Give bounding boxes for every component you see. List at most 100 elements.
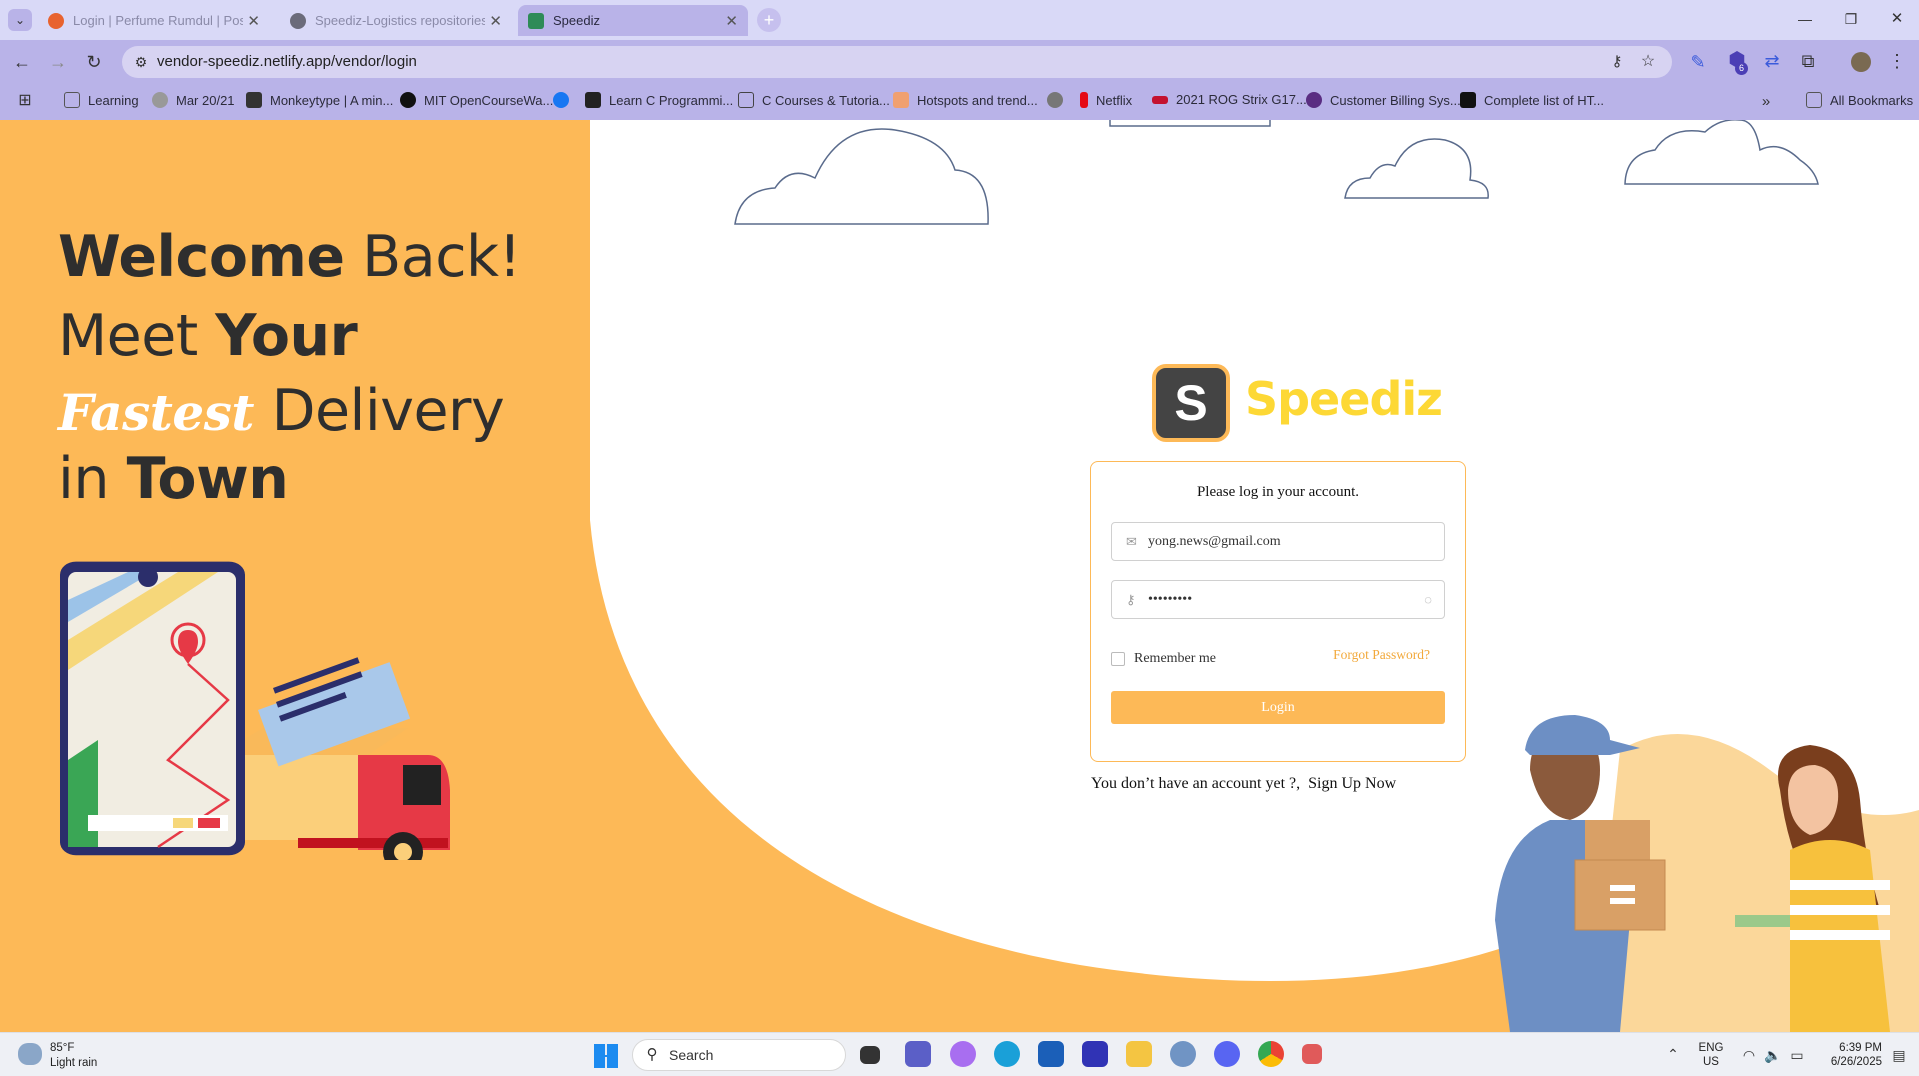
folder-icon	[64, 92, 80, 108]
volume-icon[interactable]: 🔈	[1762, 1046, 1784, 1064]
signup-prompt: You don’t have an account yet ?, Sign Up …	[1091, 775, 1397, 792]
search-icon: ⚲	[646, 1046, 658, 1063]
task-view-icon[interactable]	[860, 1046, 880, 1064]
more-bookmarks-icon[interactable]: »	[1755, 93, 1777, 111]
back-icon[interactable]: ←	[11, 53, 33, 71]
hero-line-3: Fastest Delivery	[58, 378, 505, 444]
tab-perfume-login[interactable]: Login | Perfume Rumdul | Postm ✕	[38, 5, 270, 36]
login-button[interactable]: Login	[1111, 691, 1445, 724]
close-tab-icon[interactable]: ✕	[247, 12, 260, 30]
bookmark-rog[interactable]: 2021 ROG Strix G17...	[1152, 92, 1307, 107]
billing-icon	[1306, 92, 1322, 108]
bookmark-monkeytype[interactable]: Monkeytype | A min...	[246, 92, 393, 108]
close-tab-icon[interactable]: ✕	[489, 12, 502, 30]
postman-favicon-icon	[48, 12, 64, 29]
snipping-tool-icon[interactable]	[1302, 1044, 1322, 1064]
password-key-icon[interactable]: ⚷	[1606, 53, 1628, 71]
extension-translate-icon[interactable]: ⇄	[1761, 52, 1783, 70]
wifi-icon[interactable]: ◠	[1738, 1046, 1760, 1064]
reload-icon[interactable]: ↻	[83, 53, 105, 71]
login-page: Welcome Back! Meet Your Fastest Delivery…	[0, 120, 1919, 1032]
monkeytype-icon	[246, 92, 262, 108]
forward-icon[interactable]: →	[47, 53, 69, 71]
clouds-illustration	[734, 120, 1819, 225]
address-bar: ← → ↻ ⚙ vendor-speediz.netlify.app/vendo…	[0, 40, 1919, 84]
windows-start-icon[interactable]	[594, 1044, 618, 1068]
bookmark-html[interactable]: Complete list of HT...	[1460, 92, 1604, 108]
login-card: Please log in your account. ✉ yong.news@…	[1090, 461, 1466, 762]
chrome-icon[interactable]	[1258, 1041, 1284, 1067]
delivery-handoff-illustration	[1495, 715, 1919, 1032]
visual-studio-icon[interactable]	[1082, 1041, 1108, 1067]
weather-icon[interactable]	[18, 1043, 42, 1065]
tab-speediz[interactable]: Speediz ✕	[518, 5, 748, 36]
bookmark-star-icon[interactable]: ☆	[1637, 53, 1659, 71]
file-explorer-icon[interactable]	[1126, 1041, 1152, 1067]
url-input[interactable]: ⚙ vendor-speediz.netlify.app/vendor/logi…	[122, 46, 1672, 78]
learn-c-icon	[585, 92, 601, 108]
menu-kebab-icon[interactable]: ⋮	[1886, 52, 1908, 70]
restore-icon[interactable]: ❐	[1840, 10, 1862, 28]
key-icon: ⚷	[1126, 592, 1136, 607]
bookmark-globe[interactable]	[1047, 92, 1071, 108]
email-field[interactable]: ✉ yong.news@gmail.com	[1111, 522, 1445, 561]
extensions-puzzle-icon[interactable]: ⧉	[1797, 52, 1819, 70]
speediz-logo-icon: S	[1152, 364, 1230, 442]
remember-checkbox[interactable]	[1111, 652, 1125, 666]
store-icon[interactable]	[1038, 1041, 1064, 1067]
profile-avatar[interactable]	[1851, 52, 1871, 72]
all-bookmarks[interactable]: All Bookmarks	[1806, 92, 1913, 108]
delivery-phone-illustration	[60, 561, 450, 860]
copilot-icon[interactable]	[950, 1041, 976, 1067]
show-hidden-icons[interactable]: ⌃	[1662, 1045, 1684, 1063]
bookmark-c-courses[interactable]: C Courses & Tutoria...	[738, 92, 890, 108]
bookmark-mit[interactable]: MIT OpenCourseWa...	[400, 92, 553, 108]
weather-temp[interactable]: 85°F	[50, 1041, 74, 1055]
speediz-favicon-icon	[528, 12, 544, 29]
bookmarks-bar: ⊞ Learning Mar 20/21 Monkeytype | A min.…	[0, 84, 1919, 120]
extension-pen-icon[interactable]: ✎	[1687, 53, 1709, 71]
hero-line-1: Welcome Back!	[58, 224, 521, 290]
remember-me[interactable]: Remember me	[1111, 651, 1216, 667]
logo-wordmark: Speediz	[1245, 372, 1443, 426]
tab-search-icon[interactable]: ⌄	[8, 9, 32, 31]
mit-icon	[400, 92, 416, 108]
globe-icon	[152, 92, 168, 108]
hero-line-2: Meet Your	[58, 303, 358, 369]
extension-badge: 6	[1735, 62, 1748, 75]
facebook-icon	[553, 92, 569, 108]
minimize-icon[interactable]: —	[1794, 10, 1816, 28]
close-window-icon[interactable]: ✕	[1886, 10, 1908, 28]
hotspots-icon	[893, 92, 909, 108]
bookmark-learning[interactable]: Learning	[64, 92, 139, 108]
globe-app-icon[interactable]	[1170, 1041, 1196, 1067]
ff-icon	[1460, 92, 1476, 108]
bookmark-learn-c[interactable]: Learn C Programmi...	[585, 92, 733, 108]
teams-icon[interactable]	[905, 1041, 931, 1067]
github-favicon-icon	[290, 12, 306, 29]
bookmark-netflix[interactable]: Netflix	[1080, 92, 1132, 108]
bookmark-mar[interactable]: Mar 20/21	[152, 92, 235, 108]
bookmark-billing[interactable]: Customer Billing Sys...	[1306, 92, 1461, 108]
url-text: vendor-speediz.netlify.app/vendor/login	[157, 53, 417, 70]
forgot-password-link[interactable]: Forgot Password?	[1333, 647, 1430, 663]
netflix-icon	[1080, 92, 1088, 108]
apps-grid-icon[interactable]: ⊞	[14, 92, 36, 110]
taskbar-search[interactable]: ⚲ Search	[632, 1039, 846, 1071]
close-tab-icon[interactable]: ✕	[725, 12, 738, 30]
signup-link[interactable]: Sign Up Now	[1308, 775, 1396, 792]
edge-icon[interactable]	[994, 1041, 1020, 1067]
clock[interactable]: 6:39 PM 6/26/2025	[1818, 1041, 1882, 1069]
battery-icon[interactable]: ▭	[1786, 1046, 1808, 1064]
password-field[interactable]: ⚷ ••••••••• ◌	[1111, 580, 1445, 619]
tab-speediz-repos[interactable]: Speediz-Logistics repositories ✕	[280, 5, 512, 36]
discord-icon[interactable]	[1214, 1041, 1240, 1067]
language-indicator[interactable]: ENG US	[1696, 1041, 1726, 1069]
site-info-icon[interactable]: ⚙	[130, 53, 152, 71]
bookmark-hotspots[interactable]: Hotspots and trend...	[893, 92, 1038, 108]
new-tab-icon[interactable]: +	[757, 8, 781, 32]
weather-desc[interactable]: Light rain	[50, 1056, 97, 1070]
bookmark-facebook[interactable]	[553, 92, 577, 108]
notifications-icon[interactable]: ▤	[1888, 1046, 1910, 1064]
toggle-visibility-icon[interactable]: ◌	[1424, 581, 1432, 618]
